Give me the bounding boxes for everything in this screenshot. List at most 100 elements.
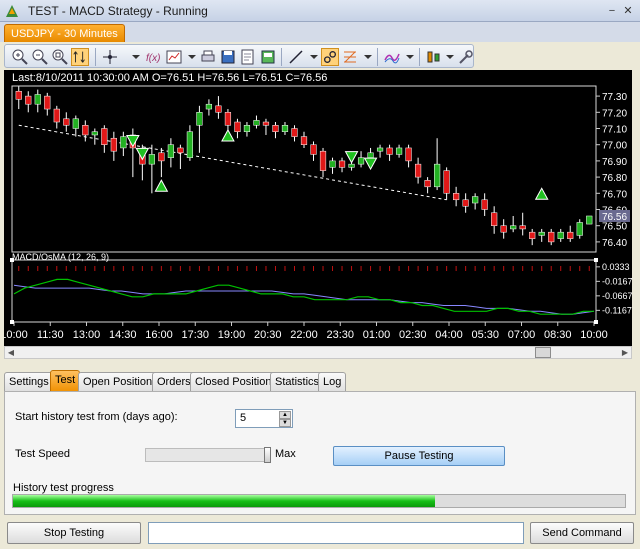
stepper-up-icon[interactable]: ▲ xyxy=(279,411,291,419)
macd-tick-label: -0.0667 xyxy=(602,291,632,301)
dropdown-arrow-icon[interactable] xyxy=(359,48,377,66)
print-icon[interactable] xyxy=(199,48,217,66)
time-tick-label: 05:30 xyxy=(471,329,499,341)
slider-thumb[interactable] xyxy=(264,447,271,463)
price-tick-label: 76.50 xyxy=(602,222,627,233)
stepper-down-icon[interactable]: ▼ xyxy=(279,419,291,427)
bullish-candle xyxy=(472,196,479,204)
crosshair-icon[interactable] xyxy=(101,48,119,66)
bullish-candle xyxy=(186,131,194,158)
indicator-icon[interactable] xyxy=(383,48,401,66)
minimize-button[interactable]: − xyxy=(604,3,620,19)
bearish-candle xyxy=(500,225,507,233)
bearish-candle xyxy=(262,121,270,126)
close-button[interactable]: ✕ xyxy=(620,3,636,19)
price-tick-label: 77.00 xyxy=(602,141,627,152)
save-icon[interactable] xyxy=(219,48,237,66)
time-tick-label: 20:30 xyxy=(254,329,282,341)
zoom-fit-icon[interactable] xyxy=(51,48,69,66)
pane-resize-handle xyxy=(10,258,14,262)
chart-info-text: Last:8/10/2011 10:30:00 AM O=76.51 H=76.… xyxy=(12,72,327,84)
bearish-candle xyxy=(443,170,450,194)
chart-canvas[interactable]: Last:8/10/2011 10:30:00 AM O=76.51 H=76.… xyxy=(0,70,633,346)
price-chart[interactable]: Last:8/10/2011 10:30:00 AM O=76.51 H=76.… xyxy=(0,70,633,346)
bearish-candle xyxy=(491,212,498,226)
tab-settings[interactable]: Settings xyxy=(4,372,54,391)
send-command-button[interactable]: Send Command xyxy=(530,522,634,544)
price-tick-label: 76.90 xyxy=(602,157,627,168)
bearish-candle xyxy=(63,118,70,126)
line-tool-icon[interactable] xyxy=(287,48,305,66)
scrollbar-thumb[interactable] xyxy=(535,347,551,358)
dropdown-arrow-icon[interactable] xyxy=(401,48,419,66)
time-tick-label: 08:30 xyxy=(544,329,572,341)
pause-testing-button[interactable]: Pause Testing xyxy=(333,446,505,466)
time-tick-label: 13:00 xyxy=(73,329,101,341)
macd-tick-label: 0.0333 xyxy=(602,262,630,272)
tab-open-positions[interactable]: Open Positions xyxy=(78,372,163,391)
progress-fill xyxy=(13,495,436,507)
bullish-candle xyxy=(434,163,441,188)
bearish-candle xyxy=(319,150,327,171)
pane-resize-handle xyxy=(594,320,598,324)
bearish-candle xyxy=(386,147,393,155)
bullish-candle xyxy=(243,125,251,132)
tab-statistics[interactable]: Statistics xyxy=(270,372,325,391)
tab-log[interactable]: Log xyxy=(318,372,347,391)
test-panel: Start history test from (days ago): 5 ▲ … xyxy=(4,391,636,515)
stop-testing-button[interactable]: Stop Testing xyxy=(7,522,141,544)
price-tick-label: 76.40 xyxy=(602,238,627,249)
time-tick-label: 01:00 xyxy=(363,329,391,341)
function-icon[interactable]: f(x) xyxy=(145,48,163,66)
days-ago-value[interactable]: 5 xyxy=(240,412,246,424)
bearish-candle xyxy=(291,128,298,137)
dropdown-arrow-icon[interactable] xyxy=(127,48,145,66)
app-logo-icon xyxy=(6,4,18,17)
time-tick-label: 11:30 xyxy=(37,329,64,341)
bullish-candle xyxy=(91,131,98,136)
bullish-candle xyxy=(329,160,336,168)
test-speed-slider[interactable] xyxy=(145,447,271,463)
auto-scale-icon[interactable] xyxy=(71,48,89,66)
scroll-right-arrow-icon[interactable]: ▶ xyxy=(619,347,631,358)
bullish-candle xyxy=(510,225,517,230)
chart-type-icon[interactable] xyxy=(165,48,183,66)
bearish-candle xyxy=(15,90,22,100)
bottom-command-bar: Stop Testing Send Command xyxy=(0,518,640,549)
command-input[interactable] xyxy=(148,522,524,544)
macd-tick-label: -0.0167 xyxy=(602,276,632,286)
bullish-candle xyxy=(205,103,213,110)
bullish-candle xyxy=(348,163,355,168)
price-tick-label: 76.70 xyxy=(602,189,627,200)
tab-test[interactable]: Test xyxy=(50,370,81,392)
settings-icon[interactable] xyxy=(457,48,475,66)
chart-horizontal-scrollbar[interactable]: ◀ ▶ xyxy=(4,346,632,359)
scroll-left-arrow-icon[interactable]: ◀ xyxy=(5,347,17,358)
bearish-candle xyxy=(519,225,526,230)
days-ago-stepper[interactable]: 5 ▲ ▼ xyxy=(235,409,293,428)
last-price-label: 76.56 xyxy=(602,212,627,223)
tab-closed-positions[interactable]: Closed Positions xyxy=(190,372,282,391)
time-tick-label: 14:30 xyxy=(109,329,137,341)
bullish-candle xyxy=(367,152,374,158)
tab-usdjpy-chart[interactable]: USDJPY - 30 Minutes xyxy=(4,24,125,42)
test-speed-label: Test Speed xyxy=(15,448,71,460)
history-test-progress-bar xyxy=(12,494,626,508)
export-icon[interactable] xyxy=(259,48,277,66)
document-tabbar: USDJPY - 30 Minutes xyxy=(0,22,640,42)
macd-indicator-label: MACD/OsMA (12, 26, 9) xyxy=(12,252,109,262)
price-tick-label: 77.30 xyxy=(602,92,627,103)
toolbar-separator xyxy=(281,48,282,66)
toolbar-separator xyxy=(377,48,378,66)
time-tick-label: 17:30 xyxy=(181,329,209,341)
window-title: TEST - MACD Strategy - Running xyxy=(28,3,208,18)
progress-label: History test progress xyxy=(13,482,114,494)
save-image-icon[interactable] xyxy=(239,48,257,66)
bullish-candle xyxy=(376,147,384,152)
link-icon[interactable] xyxy=(321,48,339,66)
bearish-candle xyxy=(338,160,346,168)
zoom-in-icon[interactable] xyxy=(11,48,29,66)
fibonacci-icon[interactable] xyxy=(341,48,359,66)
zoom-out-icon[interactable] xyxy=(31,48,49,66)
bearish-candle xyxy=(82,125,89,136)
